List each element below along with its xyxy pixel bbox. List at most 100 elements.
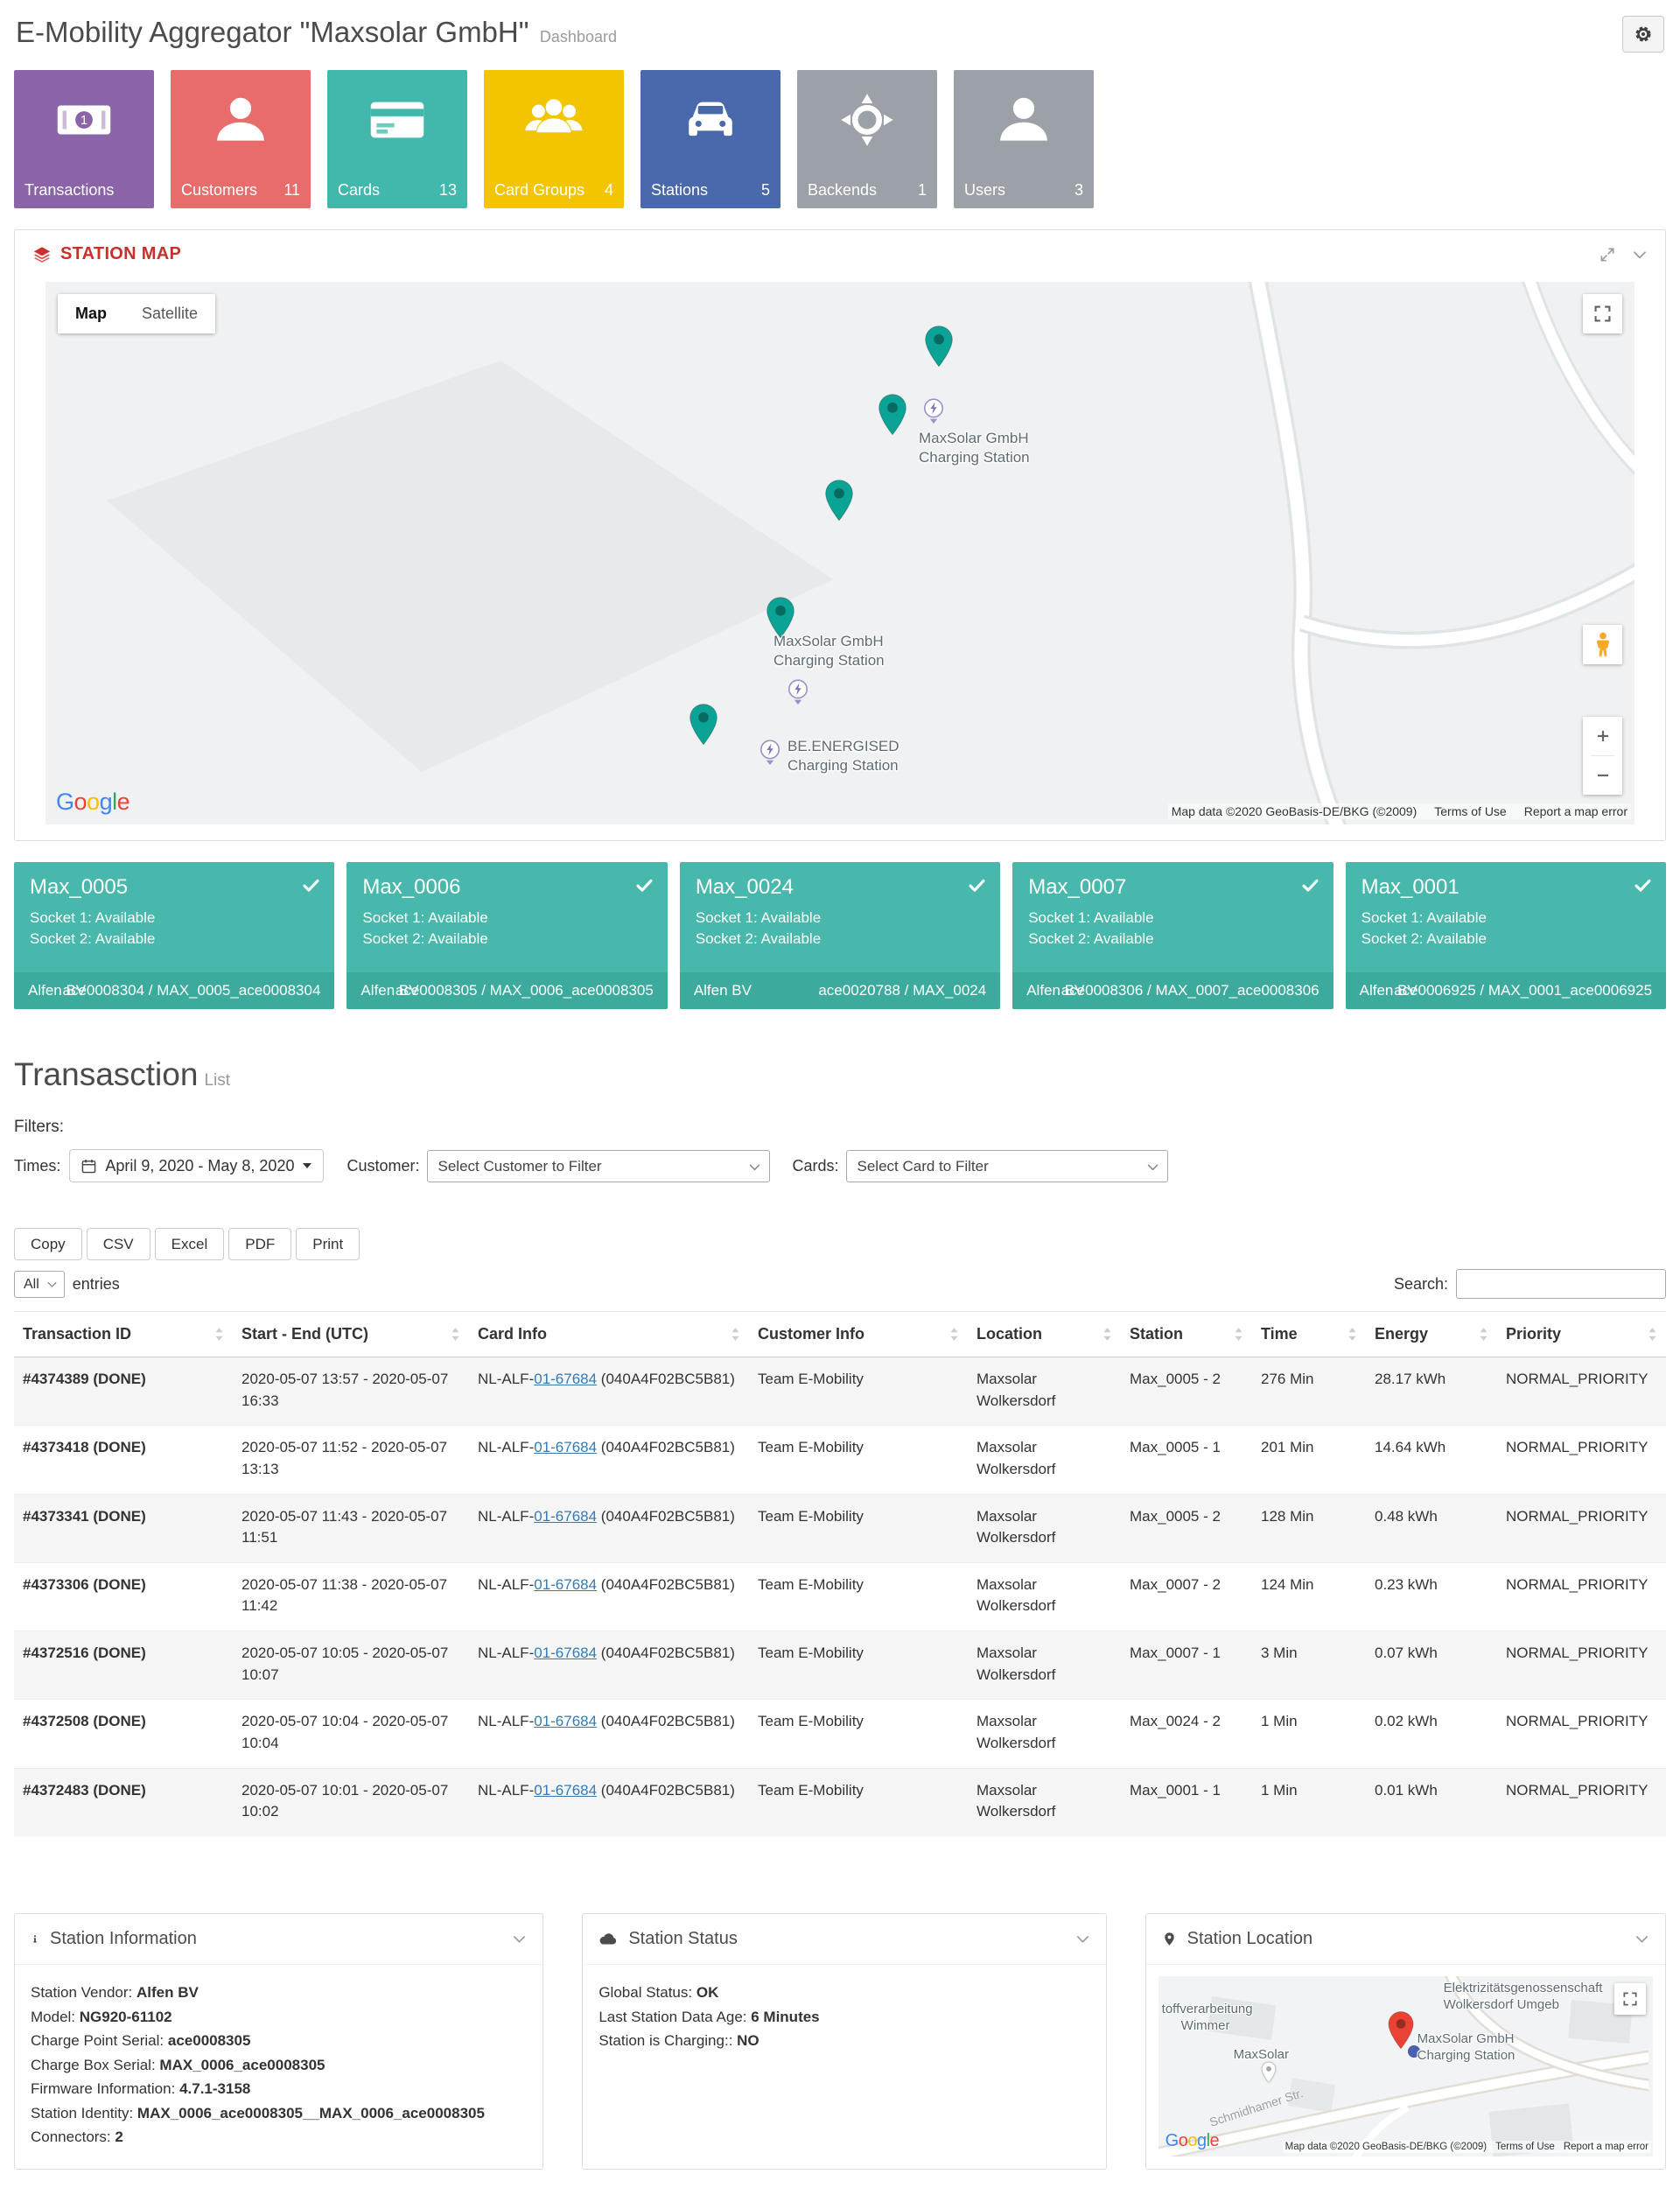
customer-filter-select[interactable]: Select Customer to Filter [427, 1150, 770, 1182]
tile-backends[interactable]: Backends 1 [797, 70, 937, 208]
mini-map-fullscreen-button[interactable] [1614, 1983, 1646, 2015]
pegman-button[interactable] [1583, 625, 1622, 664]
column-time[interactable]: Time [1252, 1312, 1366, 1357]
csv-button[interactable]: CSV [87, 1228, 150, 1260]
station-location-marker[interactable] [1388, 2011, 1414, 2050]
start-end: 2020-05-07 11:38 - 2020-05-07 11:42 [233, 1562, 469, 1630]
map-type-satellite-button[interactable]: Satellite [124, 294, 215, 333]
charging-station-icon[interactable] [788, 679, 808, 705]
user-icon [954, 91, 1094, 149]
zoom-in-button[interactable] [1583, 717, 1622, 755]
poi-marker[interactable] [1262, 2062, 1276, 2083]
terms-link[interactable]: Terms of Use [1495, 2142, 1555, 2152]
transaction-id: #4372483 (DONE) [14, 1768, 233, 1836]
station-card-max-0001[interactable]: Max_0001 Socket 1: Available Socket 2: A… [1346, 862, 1666, 1009]
tile-customers[interactable]: Customers 11 [171, 70, 311, 208]
card-info: NL-ALF-01-67684 (040A4F02BC5B81) [469, 1357, 749, 1426]
tile-card-groups[interactable]: Card Groups 4 [484, 70, 624, 208]
column-transaction-id[interactable]: Transaction ID [14, 1312, 233, 1357]
column-card-info[interactable]: Card Info [469, 1312, 749, 1357]
tile-count: 3 [1074, 181, 1083, 200]
station-location-map[interactable]: toffverarbeitung Wimmer Elektrizitätsgen… [1158, 1976, 1653, 2156]
search-input[interactable] [1456, 1269, 1666, 1299]
charging-station-icon[interactable] [923, 398, 944, 424]
tile-count: 11 [284, 181, 300, 200]
google-logo[interactable]: Google [1166, 2131, 1220, 2151]
report-error-link[interactable]: Report a map error [1564, 2142, 1648, 2152]
panel-tools [1599, 246, 1648, 263]
fullscreen-icon [1623, 1992, 1637, 2006]
station-status-cards: Max_0005 Socket 1: Available Socket 2: A… [14, 862, 1666, 1009]
google-logo[interactable]: Google [56, 789, 130, 816]
info-icon [31, 1930, 39, 1948]
report-error-link[interactable]: Report a map error [1524, 804, 1628, 818]
entries-select[interactable]: All [14, 1271, 65, 1298]
chevron-down-icon [748, 1161, 761, 1174]
station-location-panel: Station Location toffverarbeit [1145, 1913, 1666, 2170]
priority: NORMAL_PRIORITY [1497, 1700, 1666, 1768]
card-link[interactable]: 01-67684 [534, 1713, 597, 1729]
station-card-max-0005[interactable]: Max_0005 Socket 1: Available Socket 2: A… [14, 862, 334, 1009]
column-priority[interactable]: Priority [1497, 1312, 1666, 1357]
settings-button[interactable] [1622, 16, 1664, 53]
terms-link[interactable]: Terms of Use [1434, 804, 1506, 818]
times-label: Times: [14, 1157, 60, 1175]
card-info: NL-ALF-01-67684 (040A4F02BC5B81) [469, 1631, 749, 1700]
chevron-down-icon[interactable] [1632, 247, 1648, 263]
station-card-footer: Alfen BV ace0008305 / MAX_0006_ace000830… [346, 972, 667, 1009]
card-filter-select[interactable]: Select Card to Filter [846, 1150, 1168, 1182]
map-fullscreen-button[interactable] [1583, 294, 1622, 333]
column-station[interactable]: Station [1121, 1312, 1252, 1357]
card-link[interactable]: 01-67684 [534, 1782, 597, 1799]
station-information-panel: Station Information Station Vendor: Alfe… [14, 1913, 543, 2170]
tile-cards[interactable]: Cards 13 [327, 70, 467, 208]
station-marker[interactable] [824, 480, 854, 522]
transaction-id: #4373341 (DONE) [14, 1494, 233, 1562]
card-link[interactable]: 01-67684 [534, 1439, 597, 1455]
station-location-label: MaxSolar GmbH Charging Station [1418, 2030, 1516, 2065]
card-link[interactable]: 01-67684 [534, 1371, 597, 1387]
column-energy[interactable]: Energy [1366, 1312, 1497, 1357]
station-card-max-0024[interactable]: Max_0024 Socket 1: Available Socket 2: A… [680, 862, 1000, 1009]
copy-button[interactable]: Copy [14, 1228, 82, 1260]
sort-icon [214, 1327, 224, 1342]
tile-users[interactable]: Users 3 [954, 70, 1094, 208]
station-marker[interactable] [924, 326, 954, 368]
zoom-out-button[interactable] [1583, 756, 1622, 795]
status-line: Last Station Data Age: 6 Minutes [598, 2005, 1089, 2030]
filters-row: Times: April 9, 2020 - May 8, 2020 Custo… [14, 1149, 1666, 1182]
station-marker[interactable] [878, 394, 907, 436]
expand-icon[interactable] [1599, 246, 1616, 263]
priority: NORMAL_PRIORITY [1497, 1426, 1666, 1494]
station-marker[interactable] [689, 704, 718, 746]
card-link[interactable]: 01-67684 [534, 1645, 597, 1661]
card-link[interactable]: 01-67684 [534, 1576, 597, 1593]
station-card-max-0007[interactable]: Max_0007 Socket 1: Available Socket 2: A… [1012, 862, 1333, 1009]
map-type-map-button[interactable]: Map [58, 294, 124, 333]
tile-transactions[interactable]: Transactions [14, 70, 154, 208]
pdf-button[interactable]: PDF [228, 1228, 291, 1260]
check-icon [302, 876, 320, 894]
charging-station-icon[interactable] [760, 740, 780, 766]
chevron-down-icon[interactable] [1634, 1932, 1649, 1946]
panel-title: Station Information [50, 1929, 197, 1949]
station-information-body: Station Vendor: Alfen BV Model: NG920-61… [15, 1965, 542, 2169]
station-card-max-0006[interactable]: Max_0006 Socket 1: Available Socket 2: A… [346, 862, 667, 1009]
column-customer-info[interactable]: Customer Info [749, 1312, 968, 1357]
energy: 14.64 kWh [1366, 1426, 1497, 1494]
station-map[interactable]: MaxSolar GmbH Charging Station MaxSolar … [46, 282, 1634, 824]
transaction-list-subtitle: List [204, 1071, 230, 1090]
info-line: Station Identity: MAX_0006_ace0008305__M… [31, 2101, 527, 2126]
column-start-end[interactable]: Start - End (UTC) [233, 1312, 469, 1357]
chevron-down-icon[interactable] [1075, 1932, 1090, 1946]
info-line: Charge Box Serial: MAX_0006_ace0008305 [31, 2053, 527, 2078]
column-location[interactable]: Location [968, 1312, 1121, 1357]
chevron-down-icon[interactable] [512, 1932, 527, 1946]
socket-status: Socket 2: Available [362, 929, 651, 950]
excel-button[interactable]: Excel [155, 1228, 225, 1260]
card-link[interactable]: 01-67684 [534, 1508, 597, 1525]
date-range-button[interactable]: April 9, 2020 - May 8, 2020 [69, 1149, 324, 1182]
summary-tiles: Transactions Customers 11 Cards 13 Card … [14, 70, 1666, 208]
print-button[interactable]: Print [296, 1228, 360, 1260]
tile-stations[interactable]: Stations 5 [640, 70, 780, 208]
